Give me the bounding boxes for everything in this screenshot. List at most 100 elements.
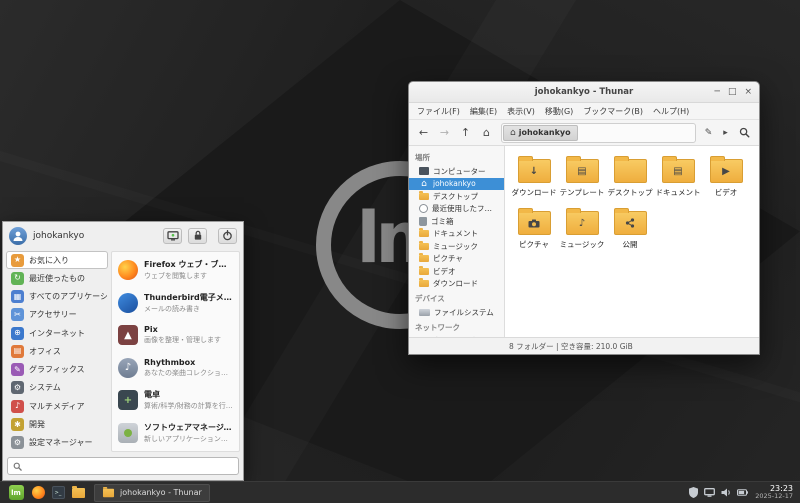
status-text: 8 フォルダー | 空き容量: 210.0 GiB bbox=[509, 341, 633, 352]
power-button[interactable] bbox=[218, 228, 237, 244]
folder-icon bbox=[614, 159, 647, 183]
category-multimedia[interactable]: ♪ マルチメディア bbox=[6, 397, 108, 415]
folder-downloads[interactable]: ↓ ダウンロード bbox=[510, 154, 558, 198]
menu-edit[interactable]: 編集(E) bbox=[470, 106, 497, 117]
file-view[interactable]: ↓ ダウンロード ▤ テンプレート デスクトップ ▤ ドキュメント ▶ ビ bbox=[505, 146, 759, 337]
back-button[interactable]: ← bbox=[414, 123, 433, 142]
folder-icon: ↓ bbox=[518, 159, 551, 183]
template-emblem-icon: ▤ bbox=[567, 160, 598, 182]
network-icon[interactable] bbox=[704, 488, 715, 497]
category-recent[interactable]: ↻ 最近使ったもの bbox=[6, 269, 108, 287]
menu-bookmarks[interactable]: ブックマーク(B) bbox=[583, 106, 643, 117]
task-button-thunar[interactable]: johokankyo - Thunar bbox=[94, 484, 210, 502]
path-bar[interactable]: ⌂ johokankyo bbox=[501, 123, 696, 143]
home-button[interactable]: ⌂ bbox=[477, 123, 496, 142]
system-tray bbox=[689, 487, 748, 498]
logout-button[interactable] bbox=[188, 228, 207, 244]
folder-videos[interactable]: ▶ ビデオ bbox=[702, 154, 750, 198]
trash-icon bbox=[419, 217, 427, 226]
up-button[interactable]: ↑ bbox=[456, 123, 475, 142]
favorites-list: Firefox ウェブ・ブラウザ ウェブを閲覧します Thunderbird電子… bbox=[111, 251, 240, 452]
folder-desktop[interactable]: デスクトップ bbox=[606, 154, 654, 198]
category-office[interactable]: ▤ オフィス bbox=[6, 342, 108, 360]
download-emblem-icon: ↓ bbox=[519, 160, 550, 182]
category-all-applications[interactable]: ▦ すべてのアプリケーション bbox=[6, 288, 108, 306]
settings-gear-icon: ⚙ bbox=[11, 436, 24, 449]
graphics-icon: ✎ bbox=[11, 363, 24, 376]
favorite-thunderbird[interactable]: Thunderbird電子メールクライア... メールの読み書き bbox=[114, 287, 237, 320]
favorite-rhythmbox[interactable]: ♪ Rhythmbox あなたの楽曲コレクションを再生... bbox=[114, 352, 237, 385]
category-internet[interactable]: ⊕ インターネット bbox=[6, 324, 108, 342]
video-emblem-icon: ▶ bbox=[711, 160, 742, 182]
menu-help[interactable]: ヘルプ(H) bbox=[653, 106, 689, 117]
drive-icon bbox=[419, 309, 430, 316]
forward-button[interactable]: → bbox=[435, 123, 454, 142]
window-titlebar[interactable]: johokankyo - Thunar ─ □ × bbox=[409, 82, 759, 103]
mint-menu-icon: lm bbox=[9, 485, 24, 500]
path-segment-current[interactable]: ⌂ johokankyo bbox=[503, 125, 578, 141]
menu-file[interactable]: ファイル(F) bbox=[417, 106, 460, 117]
folder-documents[interactable]: ▤ ドキュメント bbox=[654, 154, 702, 198]
folder-public[interactable]: 公開 bbox=[606, 206, 654, 250]
firefox-icon bbox=[118, 260, 138, 280]
globe-icon: ⊕ bbox=[11, 327, 24, 340]
folder-templates[interactable]: ▤ テンプレート bbox=[558, 154, 606, 198]
search-box[interactable] bbox=[7, 457, 239, 475]
volume-icon[interactable] bbox=[721, 488, 731, 497]
edit-path-button[interactable]: ✎ bbox=[701, 123, 716, 142]
battery-icon[interactable] bbox=[737, 489, 748, 496]
pix-icon: ▲ bbox=[118, 325, 138, 345]
folder-icon bbox=[419, 268, 429, 275]
maximize-button[interactable]: □ bbox=[728, 88, 737, 97]
expand-button[interactable]: ▸ bbox=[718, 123, 733, 142]
mint-menu: johokankyo ★ お気に入り ↻ 最近使ったもの bbox=[2, 221, 244, 481]
search-input[interactable] bbox=[26, 458, 233, 474]
category-graphics[interactable]: ✎ グラフィックス bbox=[6, 361, 108, 379]
minimize-button[interactable]: ─ bbox=[715, 88, 720, 97]
sidebar-item-filesystem[interactable]: ファイルシステム bbox=[409, 306, 504, 319]
menubar: ファイル(F) 編集(E) 表示(V) 移動(G) ブックマーク(B) ヘルプ(… bbox=[409, 103, 759, 120]
category-development[interactable]: ✱ 開発 bbox=[6, 415, 108, 433]
folder-icon bbox=[419, 243, 429, 250]
category-favorites[interactable]: ★ お気に入り bbox=[6, 251, 108, 269]
share-emblem-icon bbox=[615, 212, 646, 234]
firefox-launcher[interactable] bbox=[28, 484, 48, 502]
sidebar-item-trash[interactable]: ゴミ箱 bbox=[409, 215, 504, 228]
user-avatar[interactable] bbox=[9, 227, 27, 245]
folder-pictures[interactable]: ピクチャ bbox=[510, 206, 558, 250]
sidebar-item-home[interactable]: ⌂ johokankyo bbox=[409, 178, 504, 191]
files-launcher[interactable] bbox=[68, 484, 88, 502]
category-system[interactable]: ⚙ システム bbox=[6, 379, 108, 397]
menu-view[interactable]: 表示(V) bbox=[507, 106, 535, 117]
sidebar-header-places: 場所 bbox=[409, 149, 504, 165]
terminal-launcher[interactable]: >_ bbox=[48, 484, 68, 502]
favorite-firefox[interactable]: Firefox ウェブ・ブラウザ ウェブを閲覧します bbox=[114, 254, 237, 287]
sidebar-item-music[interactable]: ミュージック bbox=[409, 240, 504, 253]
sidebar-item-videos[interactable]: ビデオ bbox=[409, 265, 504, 278]
close-button[interactable]: × bbox=[744, 88, 752, 97]
sidebar-item-desktop[interactable]: デスクトップ bbox=[409, 190, 504, 203]
taskbar-panel: lm >_ johokankyo - Thunar 23:23 2025-12-… bbox=[0, 481, 800, 503]
development-icon: ✱ bbox=[11, 418, 24, 431]
folder-icon bbox=[614, 211, 647, 235]
favorite-pix[interactable]: ▲ Pix 画像を整理・管理します bbox=[114, 319, 237, 352]
sidebar-item-recent[interactable]: 最近使用したファイル bbox=[409, 203, 504, 216]
update-shield-icon[interactable] bbox=[689, 487, 698, 498]
category-settings-manager[interactable]: ⚙ 設定マネージャー bbox=[6, 434, 108, 452]
folder-icon bbox=[419, 255, 429, 262]
search-button[interactable] bbox=[735, 123, 754, 142]
sidebar-item-documents[interactable]: ドキュメント bbox=[409, 228, 504, 241]
sidebar-item-computer[interactable]: コンピューター bbox=[409, 165, 504, 178]
folder-music[interactable]: ♪ ミュージック bbox=[558, 206, 606, 250]
favorite-software-manager[interactable]: ソフトウェアマネージャー 新しいアプリケーションをインスト... bbox=[114, 417, 237, 450]
sidebar-item-downloads[interactable]: ダウンロード bbox=[409, 278, 504, 291]
lock-screen-button[interactable] bbox=[163, 228, 182, 244]
accessories-icon: ✂ bbox=[11, 308, 24, 321]
clock[interactable]: 23:23 2025-12-17 bbox=[755, 484, 793, 501]
home-icon: ⌂ bbox=[419, 179, 429, 189]
menu-go[interactable]: 移動(G) bbox=[545, 106, 573, 117]
menu-button[interactable]: lm bbox=[4, 484, 28, 502]
category-accessories[interactable]: ✂ アクセサリー bbox=[6, 306, 108, 324]
favorite-calculator[interactable]: + 電卓 算術/科学/財務の計算を行います bbox=[114, 384, 237, 417]
sidebar-item-pictures[interactable]: ピクチャ bbox=[409, 253, 504, 266]
